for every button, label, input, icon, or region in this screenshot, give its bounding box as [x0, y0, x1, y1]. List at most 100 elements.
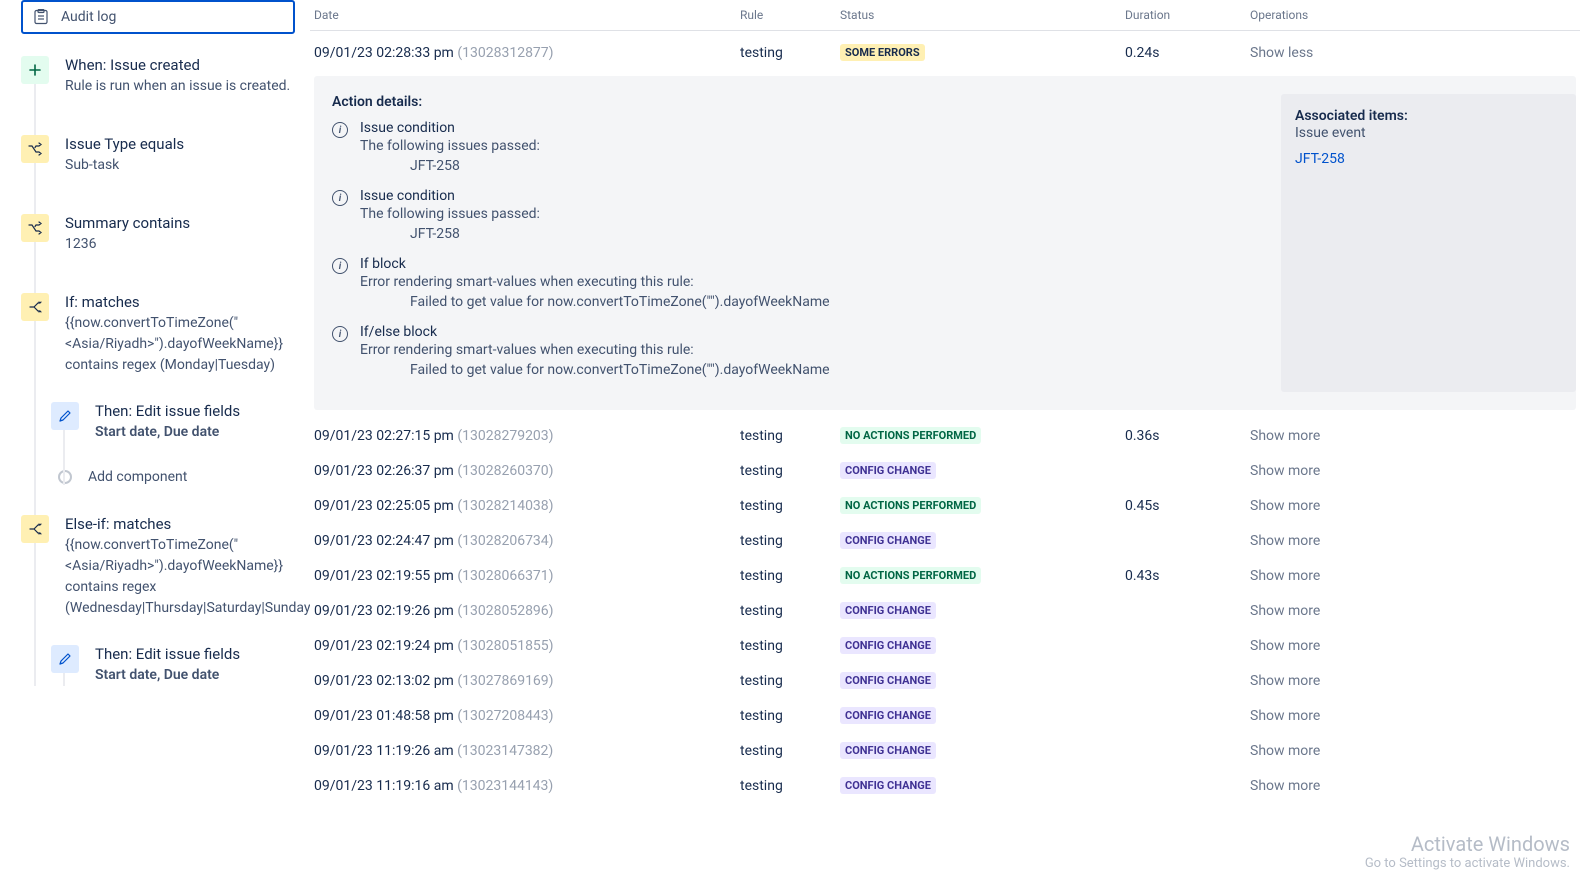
rule-then-1-sub: Start date, Due date: [95, 422, 295, 443]
action-detail-value: Failed to get value for now.convertToTim…: [410, 294, 1281, 310]
rule-if[interactable]: If: matches {{now.convertToTimeZone("<As…: [21, 293, 295, 376]
rule-summary[interactable]: Summary contains 1236: [21, 214, 295, 255]
pencil-icon: [51, 402, 79, 430]
status-badge: CONFIG CHANGE: [840, 532, 936, 549]
rule-then-2-sub: Start date, Due date: [95, 665, 295, 686]
circle-icon: [58, 470, 72, 484]
rule-elseif-nested: Then: Edit issue fields Start date, Due …: [51, 645, 295, 686]
status-badge: CONFIG CHANGE: [840, 742, 936, 759]
show-more-link[interactable]: Show more: [1250, 673, 1320, 689]
action-detail-value: JFT-258: [410, 158, 1281, 174]
status-badge: SOME ERRORS: [840, 44, 925, 61]
rule-issue-type[interactable]: Issue Type equals Sub-task: [21, 135, 295, 176]
row-id: (13028206734): [457, 533, 553, 549]
row-timestamp: 09/01/23 11:19:16 am: [314, 778, 454, 794]
table-header: Date Rule Status Duration Operations: [310, 0, 1580, 31]
associated-item-link[interactable]: JFT-258: [1295, 151, 1345, 167]
rule-then-1[interactable]: Then: Edit issue fields Start date, Due …: [51, 402, 295, 443]
row-duration: 0.45s: [1125, 498, 1250, 514]
header-rule: Rule: [740, 8, 840, 22]
rule-then-2[interactable]: Then: Edit issue fields Start date, Due …: [51, 645, 295, 686]
table-row: 09/01/23 02:26:37 pm (13028260370) testi…: [310, 453, 1580, 488]
row-timestamp: 09/01/23 02:28:33 pm: [314, 45, 454, 61]
rule-if-title: If: matches: [65, 293, 295, 311]
row-rule: testing: [740, 638, 840, 654]
row-id: (13028279203): [457, 428, 553, 444]
table-row: 09/01/23 02:19:55 pm (13028066371) testi…: [310, 558, 1580, 593]
table-row: 09/01/23 11:19:16 am (13023144143) testi…: [310, 768, 1580, 803]
show-more-link[interactable]: Show more: [1250, 428, 1320, 444]
row-timestamp: 09/01/23 02:19:24 pm: [314, 638, 454, 654]
row-id: (13027208443): [457, 708, 553, 724]
row-rule: testing: [740, 568, 840, 584]
rule-elseif[interactable]: Else-if: matches {{now.convertToTimeZone…: [21, 515, 295, 619]
show-more-link[interactable]: Show more: [1250, 568, 1320, 584]
branch-icon: [21, 293, 49, 321]
show-more-link[interactable]: Show more: [1250, 533, 1320, 549]
table-row: 09/01/23 02:25:05 pm (13028214038) testi…: [310, 488, 1580, 523]
audit-log-table: Date Rule Status Duration Operations 09/…: [310, 0, 1590, 889]
status-badge: CONFIG CHANGE: [840, 777, 936, 794]
action-detail-sub: The following issues passed:: [360, 138, 1281, 154]
row-timestamp: 09/01/23 02:13:02 pm: [314, 673, 454, 689]
plus-icon: [21, 56, 49, 84]
row-rule: testing: [740, 673, 840, 689]
associated-items-sub: Issue event: [1295, 125, 1562, 141]
row-rule: testing: [740, 428, 840, 444]
info-icon: i: [332, 122, 348, 138]
row-rule: testing: [740, 708, 840, 724]
row-rule: testing: [740, 463, 840, 479]
status-badge: CONFIG CHANGE: [840, 637, 936, 654]
header-status: Status: [840, 8, 1125, 22]
add-component-label: Add component: [88, 469, 187, 485]
status-badge: CONFIG CHANGE: [840, 462, 936, 479]
row-id: (13028066371): [457, 568, 553, 584]
rule-summary-sub: 1236: [65, 234, 295, 255]
rule-when[interactable]: When: Issue created Rule is run when an …: [21, 56, 295, 97]
action-detail-item: i If/else block Error rendering smart-va…: [332, 324, 1281, 378]
status-badge: CONFIG CHANGE: [840, 602, 936, 619]
show-more-link[interactable]: Show more: [1250, 638, 1320, 654]
rule-when-sub: Rule is run when an issue is created.: [65, 76, 295, 97]
show-more-link[interactable]: Show more: [1250, 778, 1320, 794]
row-timestamp: 09/01/23 02:26:37 pm: [314, 463, 454, 479]
show-more-link[interactable]: Show more: [1250, 603, 1320, 619]
rule-issue-type-title: Issue Type equals: [65, 135, 295, 153]
table-row: 09/01/23 02:19:26 pm (13028052896) testi…: [310, 593, 1580, 628]
show-less-link[interactable]: Show less: [1250, 45, 1313, 61]
rule-summary-title: Summary contains: [65, 214, 295, 232]
shuffle-icon: [21, 214, 49, 242]
row-timestamp: 09/01/23 02:25:05 pm: [314, 498, 454, 514]
rule-when-title: When: Issue created: [65, 56, 295, 74]
action-detail-sub: Error rendering smart-values when execut…: [360, 342, 1281, 358]
associated-items-title: Associated items:: [1295, 108, 1562, 124]
show-more-link[interactable]: Show more: [1250, 498, 1320, 514]
shuffle-icon: [21, 135, 49, 163]
row-id: (13028214038): [457, 498, 553, 514]
action-detail-sub: Error rendering smart-values when execut…: [360, 274, 1281, 290]
audit-log-tab[interactable]: Audit log: [21, 0, 295, 34]
add-component-1[interactable]: Add component: [51, 469, 295, 485]
show-more-link[interactable]: Show more: [1250, 463, 1320, 479]
table-row: 09/01/23 02:13:02 pm (13027869169) testi…: [310, 663, 1580, 698]
branch-icon: [21, 515, 49, 543]
header-operations: Operations: [1250, 8, 1580, 22]
rule-sidebar: Audit log When: Issue created Rule is ru…: [0, 0, 310, 889]
pencil-icon: [51, 645, 79, 673]
rule-then-2-title: Then: Edit issue fields: [95, 645, 295, 663]
show-more-link[interactable]: Show more: [1250, 743, 1320, 759]
action-details-title: Action details:: [332, 94, 1281, 110]
action-detail-item: i Issue condition The following issues p…: [332, 188, 1281, 242]
row-rule: testing: [740, 45, 840, 61]
row-rule: testing: [740, 743, 840, 759]
row-rule: testing: [740, 603, 840, 619]
row-id: (13028051855): [457, 638, 553, 654]
associated-items-panel: Associated items: Issue event JFT-258: [1281, 94, 1576, 392]
action-detail-name: Issue condition: [360, 120, 1281, 136]
row-rule: testing: [740, 498, 840, 514]
action-detail-name: If block: [360, 256, 1281, 272]
row-duration: 0.36s: [1125, 428, 1250, 444]
rule-issue-type-sub: Sub-task: [65, 155, 295, 176]
show-more-link[interactable]: Show more: [1250, 708, 1320, 724]
info-icon: i: [332, 190, 348, 206]
